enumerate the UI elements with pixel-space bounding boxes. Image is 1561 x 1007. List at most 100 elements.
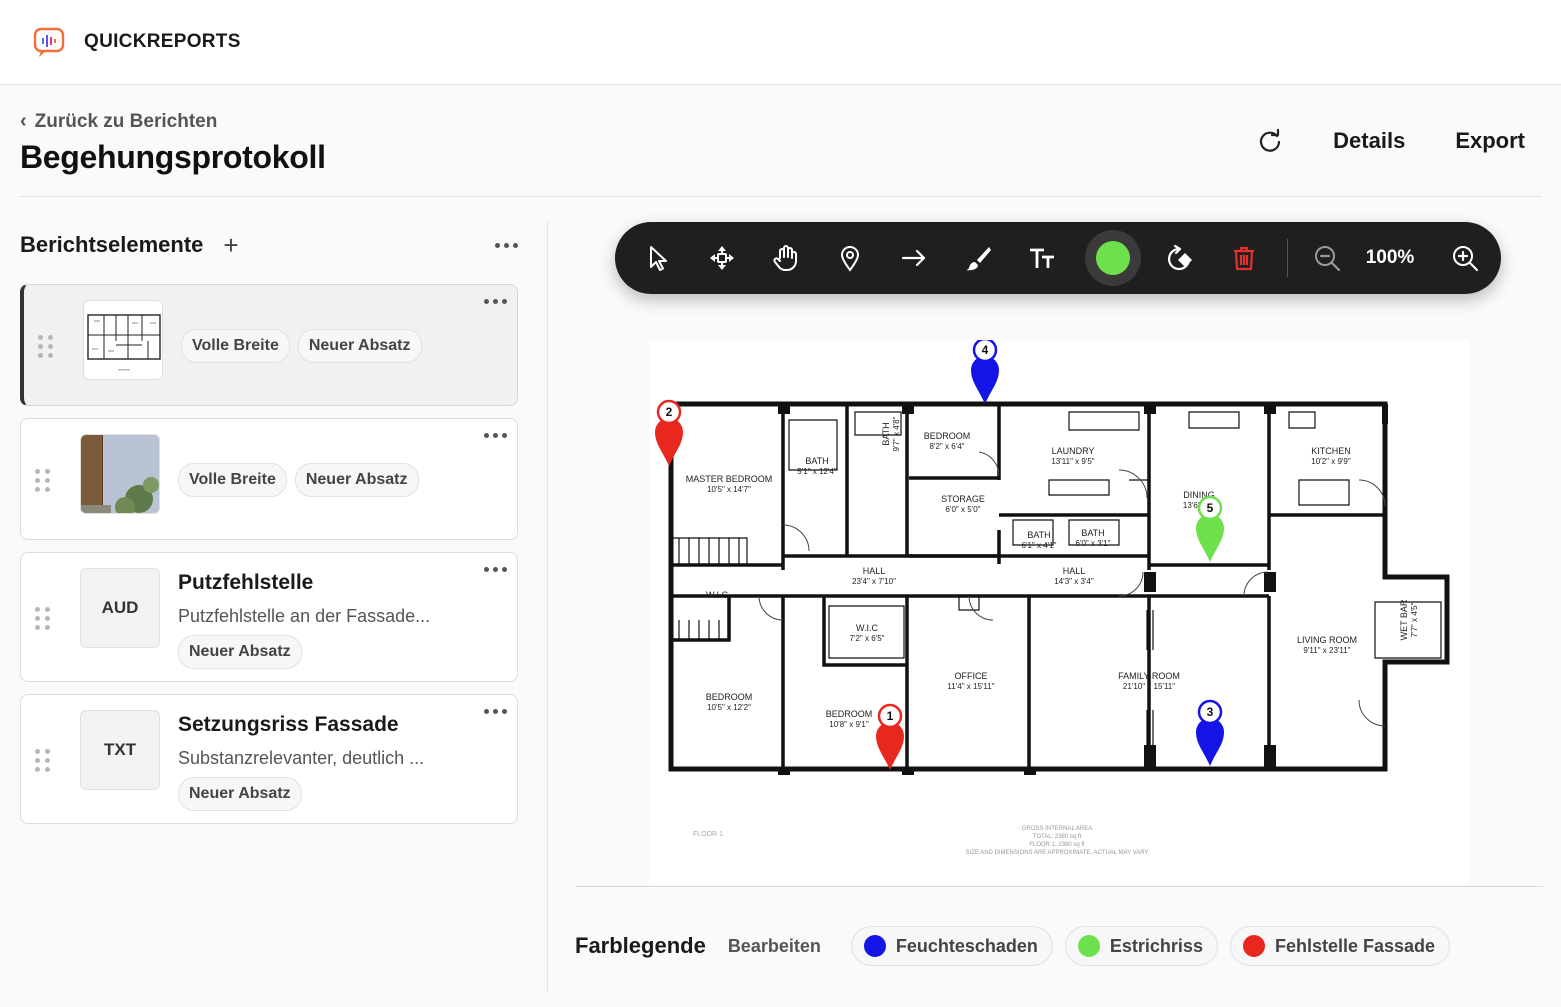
- card-more-icon[interactable]: [484, 299, 507, 304]
- drag-handle-icon[interactable]: [35, 469, 51, 493]
- move-tool-button[interactable]: [701, 237, 743, 279]
- svg-text:7'7" x 4'5": 7'7" x 4'5": [1410, 602, 1419, 637]
- header-actions: Details Export: [1257, 128, 1525, 154]
- svg-text:STORAGE: STORAGE: [941, 494, 985, 504]
- report-element-card[interactable]: Volle Breite Neuer Absatz: [20, 284, 518, 406]
- report-elements-panel: Berichtselemente + Volle Breite Neuer Ab…: [0, 222, 548, 992]
- more-options-icon[interactable]: [495, 242, 518, 248]
- room-label: W.I.C: [706, 590, 728, 600]
- svg-text:11'4" x 15'11": 11'4" x 15'11": [947, 682, 994, 691]
- svg-text:6'1" x 4'1": 6'1" x 4'1": [1022, 541, 1057, 550]
- arrow-tool-button[interactable]: [893, 237, 935, 279]
- brush-tool-button[interactable]: [957, 237, 999, 279]
- report-element-card[interactable]: AUD Putzfehlstelle Putzfehlstelle an der…: [20, 552, 518, 682]
- rotate-tool-button[interactable]: [1159, 237, 1201, 279]
- report-element-card[interactable]: Volle Breite Neuer Absatz: [20, 418, 518, 540]
- svg-text:BATH: BATH: [1027, 530, 1050, 540]
- rotate-icon: [1167, 244, 1192, 271]
- svg-text:KITCHEN: KITCHEN: [1311, 446, 1351, 456]
- marker-number: 5: [1207, 501, 1214, 515]
- delete-icon: [1234, 246, 1254, 271]
- add-element-button[interactable]: +: [223, 232, 238, 258]
- delete-tool-button[interactable]: [1223, 237, 1265, 279]
- chevron-left-icon: ‹: [20, 110, 27, 132]
- svg-text:BEDROOM: BEDROOM: [924, 431, 971, 441]
- svg-text:23'4" x 7'10": 23'4" x 7'10": [852, 577, 896, 586]
- report-elements-title: Berichtselemente: [20, 232, 204, 257]
- chip-full-width[interactable]: Volle Breite: [181, 329, 290, 363]
- drag-handle-icon[interactable]: [38, 335, 54, 359]
- svg-text:WET BAR: WET BAR: [1399, 599, 1409, 640]
- legend-item-facade-defect[interactable]: Fehlstelle Fassade: [1229, 926, 1451, 966]
- legend-edit-button[interactable]: Bearbeiten: [728, 936, 821, 957]
- marker-number: 1: [887, 709, 894, 723]
- card-more-icon[interactable]: [484, 433, 507, 438]
- pan-tool-button[interactable]: [765, 237, 807, 279]
- chip-new-paragraph[interactable]: Neuer Absatz: [294, 463, 419, 497]
- legend-item-screed-crack[interactable]: Estrichriss: [1064, 926, 1218, 966]
- drawing-toolbar: 100%: [615, 222, 1501, 294]
- app-logo-icon[interactable]: [32, 25, 66, 59]
- floorplan-drawing[interactable]: MASTER BEDROOM10'5" x 14'7"BATH5'1" x 12…: [649, 337, 1469, 885]
- export-button[interactable]: Export: [1455, 128, 1525, 154]
- select-icon: [650, 246, 667, 271]
- move-icon: [710, 246, 734, 270]
- legend-item-moisture-damage[interactable]: Feuchteschaden: [850, 926, 1053, 966]
- element-description: Substanzrelevanter, deutlich ...: [178, 748, 425, 768]
- canvas-divider: [575, 886, 1543, 887]
- back-label: Zurück zu Berichten: [34, 110, 218, 132]
- report-element-card[interactable]: TXT Setzungsriss Fassade Substanzrelevan…: [20, 694, 518, 824]
- annotation-canvas-area: 100% MASTER BEDROOM 10'5" x 14'7" BATH 5…: [575, 222, 1543, 886]
- marker-number: 3: [1207, 705, 1214, 719]
- svg-text:BATH: BATH: [1081, 528, 1104, 538]
- chip-new-paragraph[interactable]: Neuer Absatz: [297, 329, 422, 363]
- zoom-out-button[interactable]: [1306, 237, 1348, 279]
- floor-label: FLOOR 1: [693, 831, 723, 838]
- text-tool-button[interactable]: [1021, 237, 1063, 279]
- svg-text:7'2" x 6'5": 7'2" x 6'5": [850, 634, 885, 643]
- floorplan-thumbnail[interactable]: [83, 300, 163, 380]
- card-more-icon[interactable]: [484, 567, 507, 572]
- card-more-icon[interactable]: [484, 709, 507, 714]
- svg-text:W.I.C: W.I.C: [856, 623, 878, 633]
- element-title: Setzungsriss Fassade: [178, 713, 399, 736]
- color-picker[interactable]: [1085, 230, 1141, 286]
- pin-tool-button[interactable]: [829, 237, 871, 279]
- svg-text:6'0" x 5'0": 6'0" x 5'0": [946, 505, 981, 514]
- legend-title: Farblegende: [575, 933, 706, 958]
- text-size-icon: [1030, 248, 1054, 268]
- drag-handle-icon[interactable]: [35, 749, 51, 773]
- page-title: Begehungsprotokoll: [20, 139, 326, 175]
- audio-type-badge: AUD: [80, 568, 160, 648]
- legend-swatch: [1242, 935, 1265, 957]
- report-elements-header: Berichtselemente +: [20, 232, 518, 258]
- drag-handle-icon[interactable]: [35, 607, 51, 631]
- area-note: TOTAL: 2380 sq ft: [1033, 834, 1082, 840]
- back-to-reports-link[interactable]: ‹ Zurück zu Berichten: [20, 110, 217, 133]
- svg-text:10'5" x 14'7": 10'5" x 14'7": [707, 485, 751, 494]
- text-type-badge: TXT: [80, 710, 160, 790]
- chip-full-width[interactable]: Volle Breite: [178, 463, 287, 497]
- photo-thumbnail[interactable]: [80, 434, 160, 514]
- area-note: FLOOR 1: 2380 sq ft: [1029, 842, 1085, 848]
- zoom-out-icon: [1315, 246, 1341, 272]
- select-tool-button[interactable]: [637, 237, 679, 279]
- zoom-in-button[interactable]: [1444, 237, 1486, 279]
- svg-text:BEDROOM: BEDROOM: [826, 709, 873, 719]
- refresh-icon[interactable]: [1257, 128, 1283, 154]
- svg-text:W.I.C: W.I.C: [706, 590, 728, 600]
- chip-new-paragraph[interactable]: Neuer Absatz: [178, 635, 302, 669]
- chip-new-paragraph[interactable]: Neuer Absatz: [178, 777, 302, 811]
- svg-text:10'8" x 9'1": 10'8" x 9'1": [829, 720, 869, 729]
- svg-text:9'11" x 23'11": 9'11" x 23'11": [1303, 646, 1350, 655]
- header-divider: [20, 196, 1542, 197]
- floorplan-canvas[interactable]: MASTER BEDROOM 10'5" x 14'7" BATH 5'1" x 12…: [649, 337, 1469, 885]
- details-button[interactable]: Details: [1333, 128, 1405, 154]
- svg-text:BATH: BATH: [805, 456, 828, 466]
- top-bar: QUICKREPORTS: [0, 0, 1561, 85]
- svg-text:BEDROOM: BEDROOM: [706, 692, 753, 702]
- svg-text:13'11" x 9'5": 13'11" x 9'5": [1051, 457, 1094, 466]
- toolbar-divider: [1287, 239, 1288, 277]
- svg-text:10'5" x 12'2": 10'5" x 12'2": [707, 703, 751, 712]
- svg-text:21'10" x 15'11": 21'10" x 15'11": [1123, 682, 1175, 691]
